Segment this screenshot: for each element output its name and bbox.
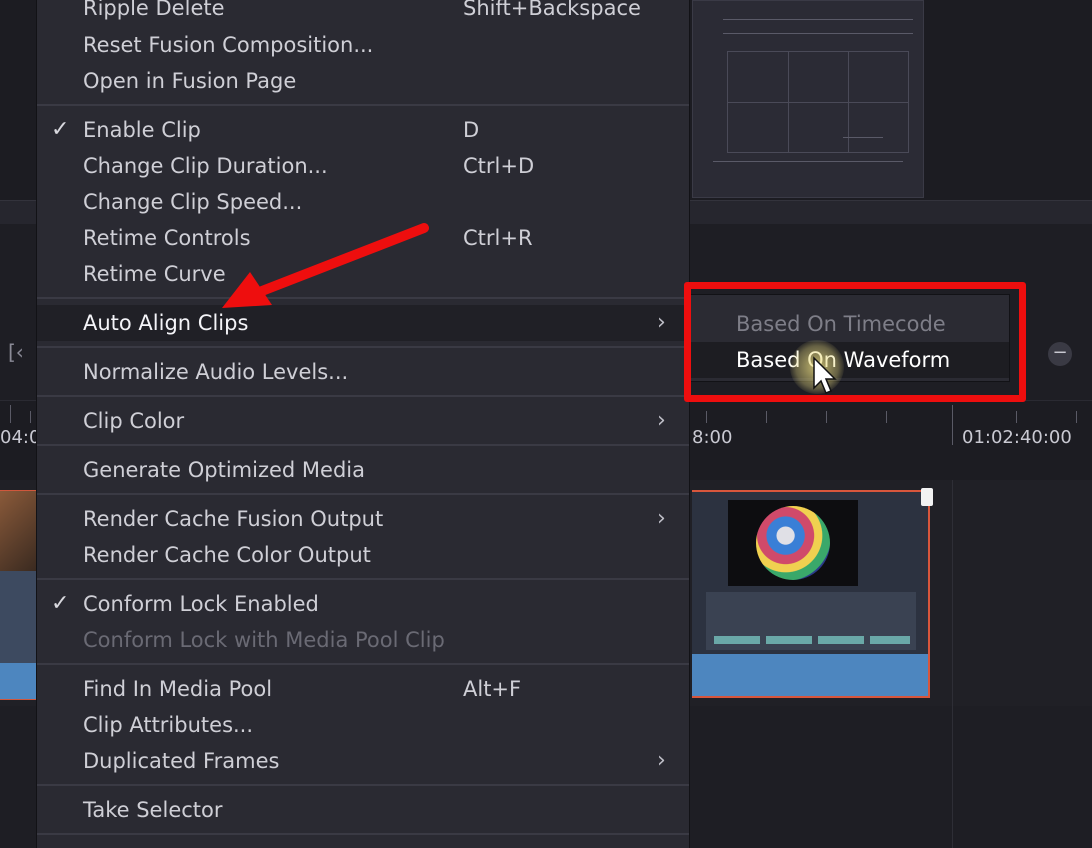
menu-item-label: Take Selector [83,798,223,822]
menu-item-shortcut: Ctrl+D [463,154,535,178]
menu-item-label: Change Clip Speed... [83,190,303,214]
menu-item-label: Retime Curve [83,262,226,286]
menu-item-label: Ripple Delete [83,0,225,20]
menu-separator [37,444,689,446]
menu-item-render-cache-fusion-output[interactable]: Render Cache Fusion Output › [37,501,689,537]
menu-item-label: Generate Optimized Media [83,458,365,482]
timeline-clip[interactable] [0,490,37,700]
menu-separator [37,663,689,665]
menu-item-label: Open in Fusion Page [83,69,297,93]
menu-separator [37,395,689,397]
menu-item-open-in-fusion-page[interactable]: Open in Fusion Page [37,63,689,99]
menu-separator [37,578,689,580]
submenu-chevron-icon: › [657,748,666,773]
timecode-label: 04:0 [0,427,41,448]
menu-item-label: Render Cache Color Output [83,543,371,567]
menu-item-label: Reset Fusion Composition... [83,33,374,57]
menu-item-reset-fusion-composition[interactable]: Reset Fusion Composition... [37,27,689,63]
checkmark-icon: ✓ [51,591,70,616]
clip-thumbnail [728,500,858,586]
menu-item-clip-color[interactable]: Clip Color › [37,403,689,439]
menu-item-label: Conform Lock with Media Pool Clip [83,628,445,652]
menu-item-clip-attributes[interactable]: Clip Attributes... [37,707,689,743]
menu-item-retime-controls[interactable]: Retime Controls Ctrl+R [37,220,689,256]
menu-item-label: Clip Attributes... [83,713,254,737]
menu-item-shortcut: Alt+F [463,677,522,701]
clip-audio-bar [0,663,36,699]
menu-item-shortcut: D [463,118,480,142]
clip-context-menu: Ripple Delete Shift+Backspace Reset Fusi… [36,0,690,848]
inspector-preview-panel [692,0,924,198]
annotation-highlight-box [684,282,1026,402]
menu-item-label: Auto Align Clips [83,311,249,335]
menu-item-change-clip-speed[interactable]: Change Clip Speed... [37,184,689,220]
menu-item-find-in-media-pool[interactable]: Find In Media Pool Alt+F [37,671,689,707]
menu-item-label: Change Clip Duration... [83,154,328,178]
checkmark-icon: ✓ [51,117,70,142]
submenu-chevron-icon: › [657,408,666,433]
menu-item-label: Render Cache Fusion Output [83,507,384,531]
clip-trim-handle[interactable] [921,488,933,506]
menu-item-duplicated-frames[interactable]: Duplicated Frames › [37,743,689,779]
menu-separator [37,493,689,495]
menu-item-take-selector[interactable]: Take Selector [37,792,689,828]
menu-item-label: Clip Color [83,409,185,433]
menu-item-ripple-delete[interactable]: Ripple Delete Shift+Backspace [37,0,689,26]
menu-item-label: Find In Media Pool [83,677,273,701]
timeline-nav-left-icon[interactable]: [‹ [8,340,30,370]
menu-item-auto-align-clips[interactable]: Auto Align Clips › [37,305,689,341]
menu-item-retime-curve[interactable]: Retime Curve [37,256,689,292]
zoom-out-button[interactable]: − [1048,342,1072,366]
menu-item-generate-optimized-media[interactable]: Generate Optimized Media [37,452,689,488]
menu-item-label: Retime Controls [83,226,251,250]
submenu-chevron-icon: › [657,506,666,531]
menu-item-label: Normalize Audio Levels... [83,360,349,384]
menu-item-shortcut: Ctrl+R [463,226,533,250]
clip-thumbnail [0,491,36,571]
clip-thumbnail-ui [706,592,916,650]
menu-separator [37,784,689,786]
menu-item-label: Conform Lock Enabled [83,592,319,616]
menu-separator [37,104,689,106]
menu-separator [37,346,689,348]
menu-item-conform-lock-enabled[interactable]: ✓ Conform Lock Enabled [37,586,689,622]
menu-item-enable-clip[interactable]: ✓ Enable Clip D [37,112,689,148]
timeline-clip-selected[interactable] [692,490,930,698]
timecode-label: 01:02:40:00 [962,427,1072,448]
clip-audio-bar [692,654,928,696]
submenu-chevron-icon: › [657,310,666,335]
menu-item-normalize-audio-levels[interactable]: Normalize Audio Levels... [37,354,689,390]
menu-separator [37,297,689,299]
menu-item-change-clip-duration[interactable]: Change Clip Duration... Ctrl+D [37,148,689,184]
menu-item-shortcut: Shift+Backspace [463,0,641,20]
timecode-label: 8:00 [692,427,733,448]
menu-item-label: Duplicated Frames [83,749,280,773]
menu-item-label: Enable Clip [83,118,201,142]
menu-item-conform-lock-with-media-pool-clip: Conform Lock with Media Pool Clip [37,622,689,658]
menu-separator [37,833,689,835]
menu-item-render-cache-color-output[interactable]: Render Cache Color Output [37,537,689,573]
